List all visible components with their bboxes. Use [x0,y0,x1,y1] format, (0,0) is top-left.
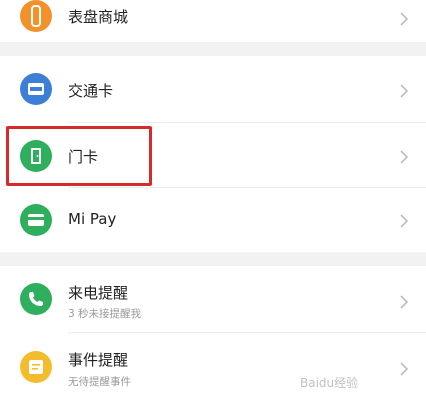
phone-icon [20,283,52,315]
chevron-right-icon [398,83,410,99]
chevron-right-icon [398,149,410,165]
row-label: 表盘商城 [68,8,129,26]
row-mi-pay[interactable]: Mi Pay [0,188,426,252]
row-label: 事件提醒 [68,351,129,369]
row-label: 来电提醒 [68,284,129,302]
highlight-box [6,126,152,186]
row-subtitle: 无待提醒事件 [68,376,131,388]
section-watch-store: 表盘商城 [0,0,426,42]
row-event-reminder[interactable]: 事件提醒 无待提醒事件 [0,333,426,400]
chevron-right-icon [398,294,410,310]
section-reminders: 来电提醒 3 秒未接提醒我 事件提醒 无待提醒事件 [0,266,426,400]
chevron-right-icon [398,11,410,27]
row-label: 交通卡 [68,82,114,100]
chevron-right-icon [398,361,410,377]
row-transit-card[interactable]: 交通卡 [0,56,426,122]
wallet-card-icon [20,204,52,236]
row-subtitle: 3 秒未接提醒我 [68,308,142,320]
row-watch-store[interactable]: 表盘商城 [0,0,426,42]
watch-icon [20,0,52,32]
watermark: Baidu经验 [300,376,359,390]
row-label: Mi Pay [68,210,117,228]
chevron-right-icon [398,213,410,229]
event-icon [20,351,52,383]
bus-card-icon [20,73,52,105]
row-call-reminder[interactable]: 来电提醒 3 秒未接提醒我 [0,266,426,332]
